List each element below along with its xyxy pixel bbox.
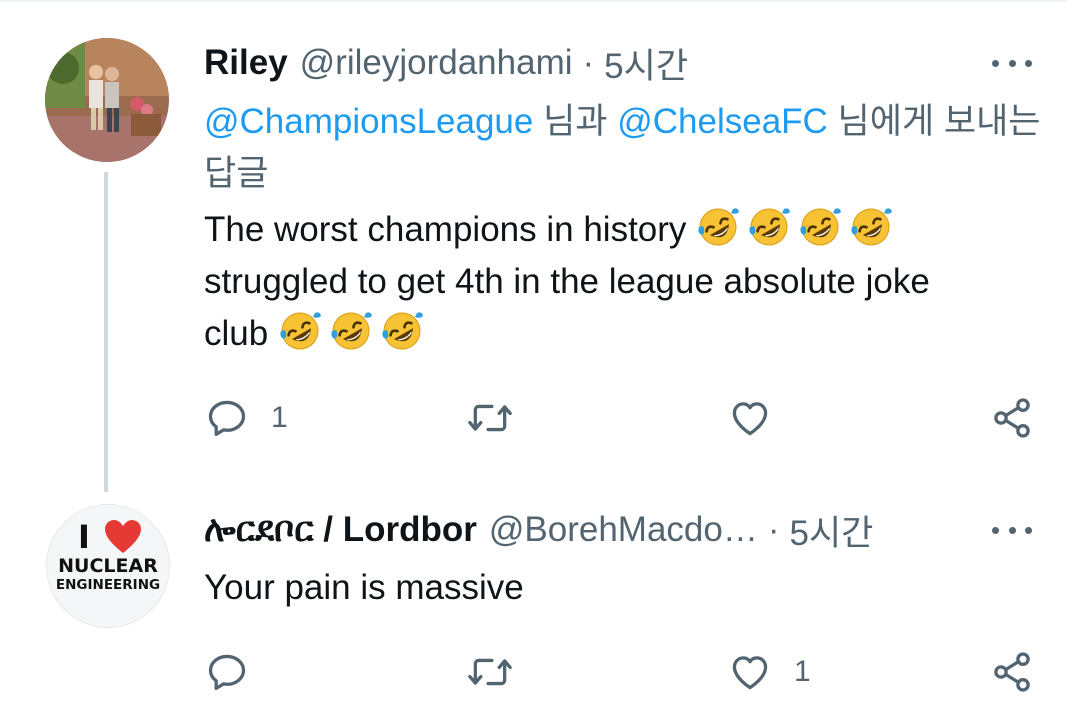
more-options-icon[interactable] bbox=[992, 53, 1032, 73]
tweet-text-line: Your pain is massive bbox=[204, 568, 524, 607]
share-button[interactable] bbox=[990, 396, 1034, 440]
timestamp[interactable]: 5시간 bbox=[790, 505, 874, 556]
avatar-logo: I NUCLEAR ENGINEERING bbox=[56, 518, 160, 593]
separator-dot: · bbox=[767, 510, 780, 549]
retweet-icon bbox=[468, 404, 512, 432]
tweet-header: ሎርደቦር / Lordbor @BorehMacdo… · 5시간 bbox=[204, 503, 873, 557]
tweet-text-line: club bbox=[204, 314, 269, 353]
rofl-emoji-icon bbox=[849, 205, 893, 249]
avatar[interactable] bbox=[45, 38, 169, 162]
tweet-header: Riley @rileyjordanhami · 5시간 bbox=[204, 36, 688, 90]
reply-count: 1 bbox=[271, 401, 288, 434]
top-divider bbox=[0, 0, 1067, 2]
display-name[interactable]: Riley bbox=[204, 43, 288, 83]
heart-icon bbox=[732, 402, 768, 436]
tweet-text-line: struggled to get 4th in the league absol… bbox=[204, 262, 930, 301]
retweet-button[interactable] bbox=[466, 396, 514, 440]
rofl-emoji-icon bbox=[380, 309, 424, 353]
avatar-letter: I bbox=[78, 518, 90, 556]
share-icon bbox=[994, 652, 1030, 692]
display-name[interactable]: ሎርደቦር / Lordbor bbox=[204, 510, 477, 550]
user-handle[interactable]: @rileyjordanhami bbox=[300, 43, 573, 83]
avatar-line: NUCLEAR bbox=[58, 555, 158, 577]
reply-button[interactable] bbox=[205, 650, 271, 694]
reply-icon bbox=[208, 654, 246, 690]
rofl-emoji-icon bbox=[747, 205, 791, 249]
rofl-emoji-icon bbox=[329, 309, 373, 353]
mention-link[interactable]: @ChelseaFC bbox=[617, 102, 828, 141]
heart-icon bbox=[732, 656, 768, 690]
like-button[interactable] bbox=[728, 396, 794, 440]
mention-link[interactable]: @ChampionsLeague bbox=[204, 102, 533, 141]
user-handle[interactable]: @BorehMacdo… bbox=[489, 510, 758, 550]
rofl-emoji-icon bbox=[696, 205, 740, 249]
tweet-text: Your pain is massive bbox=[204, 562, 1054, 614]
avatar-line: ENGINEERING bbox=[56, 577, 160, 593]
avatar[interactable]: I NUCLEAR ENGINEERING bbox=[46, 504, 170, 628]
replying-joiner: 님과 bbox=[533, 102, 618, 141]
rofl-emoji-icon bbox=[278, 309, 322, 353]
retweet-icon bbox=[468, 658, 512, 686]
like-count: 1 bbox=[794, 655, 811, 688]
more-options-icon[interactable] bbox=[992, 520, 1032, 540]
reply-icon bbox=[208, 400, 246, 436]
reply-button[interactable]: 1 bbox=[205, 396, 288, 440]
share-button[interactable] bbox=[990, 650, 1034, 694]
heart-logo-icon bbox=[105, 520, 141, 553]
tweet-text: The worst champions in history struggled… bbox=[204, 204, 1054, 360]
retweet-button[interactable] bbox=[466, 650, 514, 694]
timestamp[interactable]: 5시간 bbox=[604, 38, 688, 89]
replying-to: @ChampionsLeague 님과 @ChelseaFC 님에게 보내는 답… bbox=[204, 96, 1044, 200]
rofl-emoji-icon bbox=[798, 205, 842, 249]
thread-connector bbox=[104, 172, 108, 492]
separator-dot: · bbox=[582, 43, 595, 82]
share-icon bbox=[994, 398, 1030, 438]
like-button[interactable]: 1 bbox=[728, 650, 811, 694]
avatar-photo bbox=[45, 38, 169, 162]
tweet-text-line: The worst champions in history bbox=[204, 210, 687, 249]
